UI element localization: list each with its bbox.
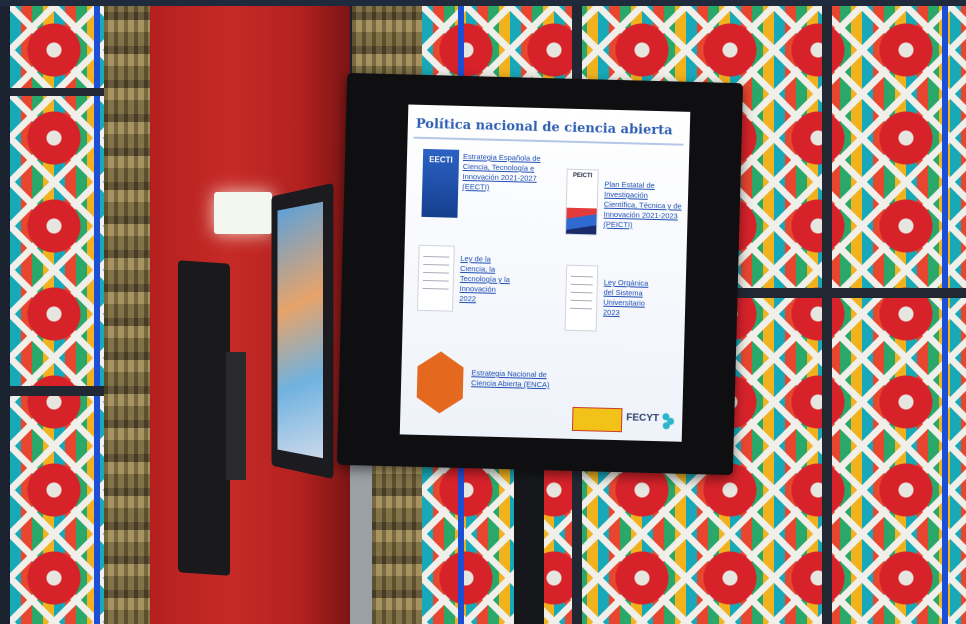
link-enca[interactable]: Estrategia Nacional de Ciencia Abierta (… bbox=[471, 368, 581, 391]
link-ley-organica-sistema-universitario[interactable]: Ley Orgánica del Sistema Universitario 2… bbox=[603, 278, 680, 320]
main-monitor: Política nacional de ciencia abierta EEC… bbox=[336, 72, 744, 476]
eecti-cover-thumbnail: EECTI bbox=[421, 148, 460, 218]
stained-glass-window-left bbox=[10, 6, 106, 624]
monitor-stand-pole-left bbox=[350, 455, 372, 624]
wall-speaker bbox=[178, 260, 230, 576]
ley-universitario-document-thumbnail bbox=[564, 264, 599, 332]
presentation-slide: Política nacional de ciencia abierta EEC… bbox=[399, 104, 691, 442]
monitor-stand-pole bbox=[514, 460, 544, 624]
title-divider bbox=[413, 136, 684, 146]
peicti-cover-thumbnail: PEICTI bbox=[565, 168, 599, 236]
fecyt-logo-icon bbox=[661, 411, 675, 430]
enca-hexagon-cover bbox=[416, 351, 464, 414]
ley-ciencia-document-thumbnail bbox=[416, 244, 455, 312]
speaker-bracket bbox=[226, 352, 246, 480]
gilded-column-left bbox=[104, 6, 150, 624]
wall-lamp bbox=[214, 192, 272, 234]
link-eecti[interactable]: Estrategia Española de Ciencia, Tecnolog… bbox=[462, 152, 563, 195]
photo-scene: Política nacional de ciencia abierta EEC… bbox=[0, 0, 966, 624]
link-peicti[interactable]: Plan Estatal de Investigación Científica… bbox=[603, 180, 688, 232]
footer-logos: FECYT bbox=[571, 405, 677, 436]
slide-title: Política nacional de ciencia abierta bbox=[415, 116, 673, 139]
side-monitor bbox=[271, 182, 334, 480]
government-logo bbox=[571, 406, 623, 433]
link-ley-ciencia[interactable]: Ley de la Ciencia, la Tecnología y la In… bbox=[459, 254, 540, 306]
side-monitor-screen bbox=[277, 201, 324, 459]
fecyt-logo-text: FECYT bbox=[626, 412, 660, 425]
